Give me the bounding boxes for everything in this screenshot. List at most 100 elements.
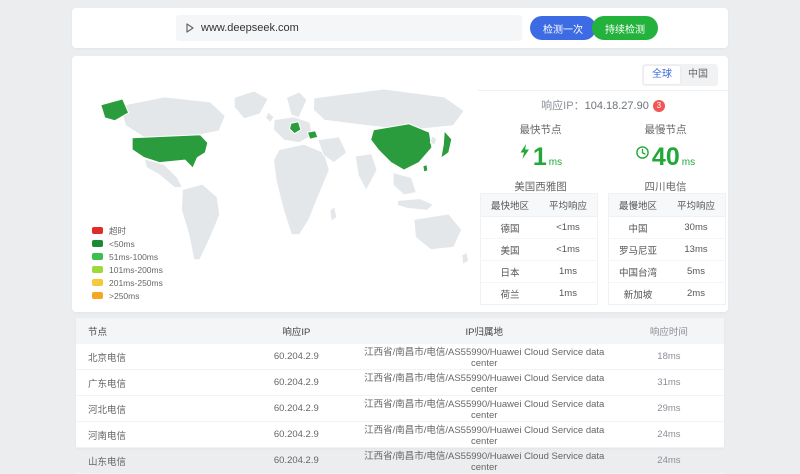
summary-column: 响应IP：104.18.27.903 最快节点 1ms 美国西雅图 最慢节点 4… — [478, 56, 728, 312]
table-row: 美国<1ms — [481, 239, 598, 261]
legend-swatch-icon — [92, 253, 103, 260]
table-row: 新加坡2ms — [609, 283, 726, 305]
fastest-ms: 1 — [533, 143, 547, 171]
map-australia — [414, 214, 462, 250]
table-cell: 德国 — [481, 217, 540, 239]
map-south-america — [181, 184, 219, 260]
legend-swatch-icon — [92, 279, 103, 286]
slowest-unit: ms — [682, 157, 695, 168]
table-cell: 北京电信 — [76, 344, 238, 370]
column-header: 最慢地区 — [609, 194, 668, 217]
column-header: 响应时间 — [614, 318, 724, 344]
table-row: 河北电信60.204.2.9江西省/南昌市/电信/AS55990/Huawei … — [76, 396, 724, 422]
url-input-box[interactable] — [176, 15, 522, 41]
ip-count-badge[interactable]: 3 — [653, 100, 665, 112]
fastest-regions-table: 最快地区平均响应 德国<1ms美国<1ms日本1ms荷兰1ms — [480, 193, 598, 305]
table-cell: 美国 — [481, 239, 540, 261]
continuous-check-button[interactable]: 持续检测 — [592, 16, 658, 40]
table-row: 日本1ms — [481, 261, 598, 283]
table-cell: 2ms — [667, 283, 726, 305]
legend-item: 51ms-100ms — [92, 250, 163, 263]
table-cell: 江西省/南昌市/电信/AS55990/Huawei Cloud Service … — [355, 448, 614, 474]
table-cell: 60.204.2.9 — [238, 344, 355, 370]
map-uk — [266, 112, 274, 123]
url-input[interactable] — [201, 22, 512, 34]
column-header: 响应IP — [238, 318, 355, 344]
column-header: IP归属地 — [355, 318, 614, 344]
legend-label: <50ms — [109, 239, 135, 249]
table-cell: 24ms — [614, 422, 724, 448]
slowest-node-value: 40ms — [603, 143, 728, 172]
node-table: 节点响应IPIP归属地响应时间 北京电信60.204.2.9江西省/南昌市/电信… — [76, 318, 724, 474]
table-row: 德国<1ms — [481, 217, 598, 239]
slowest-regions-table: 最慢地区平均响应 中国30ms罗马尼亚13ms中国台湾5ms新加坡2ms — [608, 193, 726, 305]
slowest-node-location: 四川电信 — [603, 179, 728, 194]
table-cell: 罗马尼亚 — [609, 239, 668, 261]
legend-item: 超时 — [92, 224, 163, 237]
map-russia — [313, 89, 464, 130]
fastest-unit: ms — [549, 157, 562, 168]
table-row: 河南电信60.204.2.9江西省/南昌市/电信/AS55990/Huawei … — [76, 422, 724, 448]
table-cell: <1ms — [539, 239, 598, 261]
table-cell: 日本 — [481, 261, 540, 283]
map-mexico — [144, 159, 182, 188]
table-row: 荷兰1ms — [481, 283, 598, 305]
table-row: 广东电信60.204.2.9江西省/南昌市/电信/AS55990/Huawei … — [76, 370, 724, 396]
table-row: 罗马尼亚13ms — [609, 239, 726, 261]
table-cell: 河南电信 — [76, 422, 238, 448]
legend-item: 201ms-250ms — [92, 276, 163, 289]
table-row: 中国台湾5ms — [609, 261, 726, 283]
fastest-node-label: 最快节点 — [478, 122, 603, 137]
legend-item: >250ms — [92, 289, 163, 302]
map-japan — [441, 131, 452, 158]
table-row: 山东电信60.204.2.9江西省/南昌市/电信/AS55990/Huawei … — [76, 448, 724, 474]
node-table-panel: 节点响应IPIP归属地响应时间 北京电信60.204.2.9江西省/南昌市/电信… — [76, 318, 724, 448]
response-ip-line: 响应IP：104.18.27.903 — [478, 97, 728, 113]
table-cell: 60.204.2.9 — [238, 396, 355, 422]
result-panel: 全球 中国 — [72, 56, 728, 312]
legend-label: >250ms — [109, 291, 139, 301]
map-india — [355, 154, 377, 191]
check-once-button[interactable]: 检测一次 — [530, 16, 596, 40]
table-cell: 1ms — [539, 261, 598, 283]
response-ip-label: 响应IP： — [541, 100, 584, 112]
map-madagascar — [330, 206, 337, 221]
map-indonesia — [397, 198, 433, 210]
table-row: 北京电信60.204.2.9江西省/南昌市/电信/AS55990/Huawei … — [76, 344, 724, 370]
map-africa — [274, 144, 330, 235]
map-china — [371, 124, 432, 170]
table-cell: 30ms — [667, 217, 726, 239]
slowest-ms: 40 — [652, 143, 680, 171]
legend-label: 201ms-250ms — [109, 278, 163, 288]
table-cell: 广东电信 — [76, 370, 238, 396]
map-canada — [120, 97, 226, 138]
slowest-node-label: 最慢节点 — [603, 122, 728, 137]
table-cell: 24ms — [614, 448, 724, 474]
table-cell: 中国 — [609, 217, 668, 239]
legend-swatch-icon — [92, 266, 103, 273]
table-cell: 60.204.2.9 — [238, 422, 355, 448]
table-cell: 60.204.2.9 — [238, 448, 355, 474]
legend-label: 51ms-100ms — [109, 252, 158, 262]
table-cell: 5ms — [667, 261, 726, 283]
table-cell: 山东电信 — [76, 448, 238, 474]
table-cell: <1ms — [539, 217, 598, 239]
column-header: 平均响应 — [667, 194, 726, 217]
map-romania — [307, 131, 317, 139]
world-map: 超时 <50ms 51ms-100ms101ms-200ms 201ms-250ms >… — [84, 70, 474, 304]
map-se-asia — [393, 173, 416, 195]
table-cell: 江西省/南昌市/电信/AS55990/Huawei Cloud Service … — [355, 422, 614, 448]
clock-icon — [636, 146, 649, 159]
table-cell: 荷兰 — [481, 283, 540, 305]
legend-item: 101ms-200ms — [92, 263, 163, 276]
lightning-icon — [519, 144, 530, 159]
table-cell: 13ms — [667, 239, 726, 261]
divider — [478, 90, 728, 91]
map-greenland — [234, 91, 268, 119]
search-bar: 检测一次 持续检测 — [72, 8, 728, 48]
legend-item: <50ms — [92, 237, 163, 250]
fastest-node-value: 1ms — [478, 143, 603, 172]
table-cell: 中国台湾 — [609, 261, 668, 283]
column-header: 平均响应 — [539, 194, 598, 217]
table-cell: 新加坡 — [609, 283, 668, 305]
